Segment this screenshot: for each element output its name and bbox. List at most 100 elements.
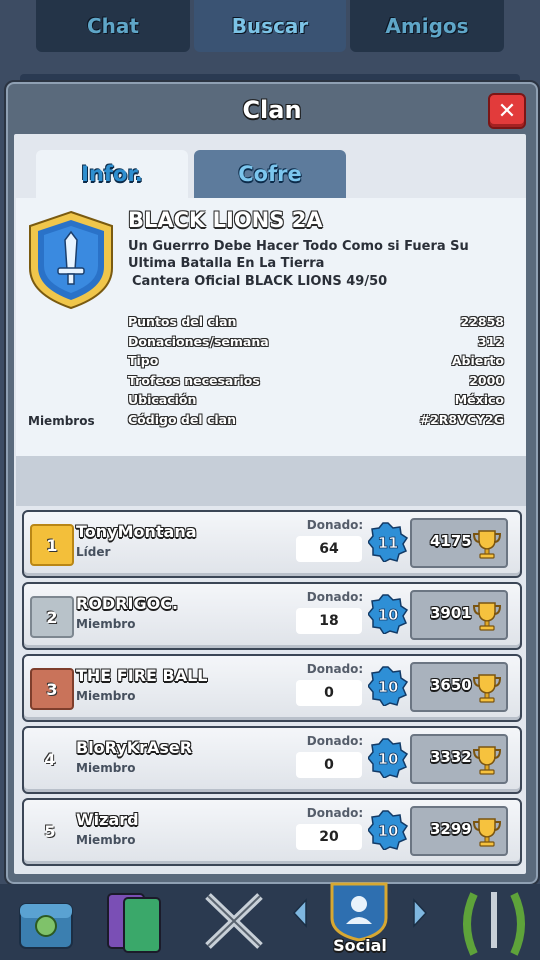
clan-info-panel: BLACK LIONS 2A Un Guerrro Debe Hacer Tod… (16, 198, 526, 456)
donated-label: Donado: (306, 734, 364, 748)
level-value: 10 (378, 822, 399, 840)
rank-badge: 1 (30, 524, 74, 566)
tab-amigos[interactable]: Amigos (350, 0, 504, 52)
stat-row: Código del clan #2R8VCY2G (128, 412, 504, 432)
chevron-right-icon[interactable] (410, 898, 430, 928)
member-row-1[interactable]: 1 TonyMontana Líder Donado: 64 11 4175 (22, 510, 522, 578)
tab-chest[interactable]: Cofre (194, 150, 346, 198)
nav-tournaments-laurel-icon[interactable] (454, 884, 534, 960)
member-name: RODRIGOC. (76, 594, 179, 613)
stat-row: Trofeos necesarios 2000 (128, 373, 504, 393)
nav-battle-swords-icon[interactable] (190, 884, 280, 960)
level-value: 10 (378, 678, 399, 696)
trophy-box: 4175 (410, 518, 508, 568)
member-role: Miembro (76, 617, 136, 631)
member-row-4[interactable]: 4 BloRyKrAseR Miembro Donado: 0 10 3332 (22, 726, 522, 794)
stat-value: 312 (477, 333, 504, 349)
nav-social-label: Social (333, 936, 387, 955)
trophy-icon (472, 746, 502, 775)
stat-row: Tipo Abierto (128, 353, 504, 373)
nav-cards-icon[interactable] (94, 884, 184, 960)
top-tabs: Chat Buscar Amigos (0, 0, 540, 52)
clan-name: BLACK LIONS 2A (128, 208, 323, 232)
level-value: 11 (378, 534, 399, 552)
stat-label: Puntos del clan (128, 314, 237, 329)
donated-label: Donado: (306, 662, 364, 676)
bottom-nav: Social (0, 882, 540, 960)
divider-band (16, 456, 526, 506)
level-badge-icon: 10 (368, 666, 408, 706)
trophy-count: 3650 (430, 676, 472, 694)
level-value: 10 (378, 750, 399, 768)
level-badge-icon: 11 (368, 522, 408, 562)
member-role: Miembro (76, 761, 136, 775)
trophy-box: 3650 (410, 662, 508, 712)
stat-label: Trofeos necesarios (128, 372, 260, 388)
clan-description: Un Guerrro Debe Hacer Todo Como si Fuera… (128, 239, 469, 271)
donated-label: Donado: (306, 806, 364, 820)
trophy-count: 3901 (430, 604, 472, 622)
donated-value: 0 (296, 752, 362, 778)
social-shield-icon (330, 882, 388, 942)
rank-badge: 5 (44, 821, 56, 841)
trophy-icon (472, 674, 502, 703)
modal-title: Clan (242, 96, 302, 124)
trophy-icon (472, 818, 502, 847)
clan-stats: Puntos del clan 22858 Donaciones/semana … (128, 314, 504, 432)
member-name: Wizard (76, 810, 139, 829)
tab-buscar[interactable]: Buscar (194, 0, 346, 52)
member-role: Miembro (76, 689, 136, 703)
clan-badge-icon (29, 210, 113, 310)
member-row-5[interactable]: 5 Wizard Miembro Donado: 20 10 3299 (22, 798, 522, 866)
level-badge-icon: 10 (368, 594, 408, 634)
donated-value: 0 (296, 680, 362, 706)
clan-modal: Clan ✕ Infor. Cofre BLACK LIONS 2A Un Gu… (4, 80, 540, 886)
members-label: Miembros (28, 414, 95, 428)
tab-chat[interactable]: Chat (36, 0, 190, 52)
trophy-count: 4175 (430, 532, 472, 550)
trophy-box: 3299 (410, 806, 508, 856)
chevron-left-icon[interactable] (290, 898, 310, 928)
rank-badge: 3 (30, 668, 74, 710)
stat-value: México (454, 392, 504, 408)
member-name: THE FIRE BALL (76, 666, 208, 685)
rank-badge: 2 (30, 596, 74, 638)
donated-value: 18 (296, 608, 362, 634)
level-badge-icon: 10 (368, 738, 408, 778)
trophy-count: 3299 (430, 820, 472, 838)
stat-value: 2000 (469, 372, 504, 388)
nav-social[interactable]: Social (290, 882, 430, 960)
stat-label: Ubicación (128, 392, 197, 408)
donated-label: Donado: (306, 590, 364, 604)
trophy-icon (472, 602, 502, 631)
level-badge-icon: 10 (368, 810, 408, 850)
donated-label: Donado: (306, 518, 364, 532)
member-row-2[interactable]: 2 RODRIGOC. Miembro Donado: 18 10 3901 (22, 582, 522, 650)
stat-value: #2R8VCY2G (419, 411, 504, 427)
clan-description-line2: Cantera Oficial BLACK LIONS 49/50 (132, 274, 388, 289)
stat-row: Donaciones/semana 312 (128, 334, 504, 354)
stat-label: Donaciones/semana (128, 333, 269, 349)
rank-badge: 4 (44, 749, 56, 769)
donated-value: 64 (296, 536, 362, 562)
trophy-box: 3332 (410, 734, 508, 784)
stat-value: 22858 (460, 314, 505, 329)
stat-row: Ubicación México (128, 392, 504, 412)
trophy-icon (472, 530, 502, 559)
close-button[interactable]: ✕ (488, 93, 526, 129)
trophy-box: 3901 (410, 590, 508, 640)
nav-shop-chest-icon[interactable] (10, 884, 82, 960)
stat-row: Puntos del clan 22858 (128, 314, 504, 334)
level-value: 10 (378, 606, 399, 624)
stat-label: Código del clan (128, 411, 236, 427)
stat-value: Abierto (451, 353, 504, 369)
member-name: TonyMontana (76, 522, 197, 541)
member-row-3[interactable]: 3 THE FIRE BALL Miembro Donado: 0 10 365… (22, 654, 522, 722)
member-name: BloRyKrAseR (76, 738, 193, 757)
trophy-count: 3332 (430, 748, 472, 766)
member-role: Miembro (76, 833, 136, 847)
member-role: Líder (76, 545, 111, 559)
donated-value: 20 (296, 824, 362, 850)
tab-info[interactable]: Infor. (36, 150, 188, 198)
stat-label: Tipo (128, 353, 159, 369)
